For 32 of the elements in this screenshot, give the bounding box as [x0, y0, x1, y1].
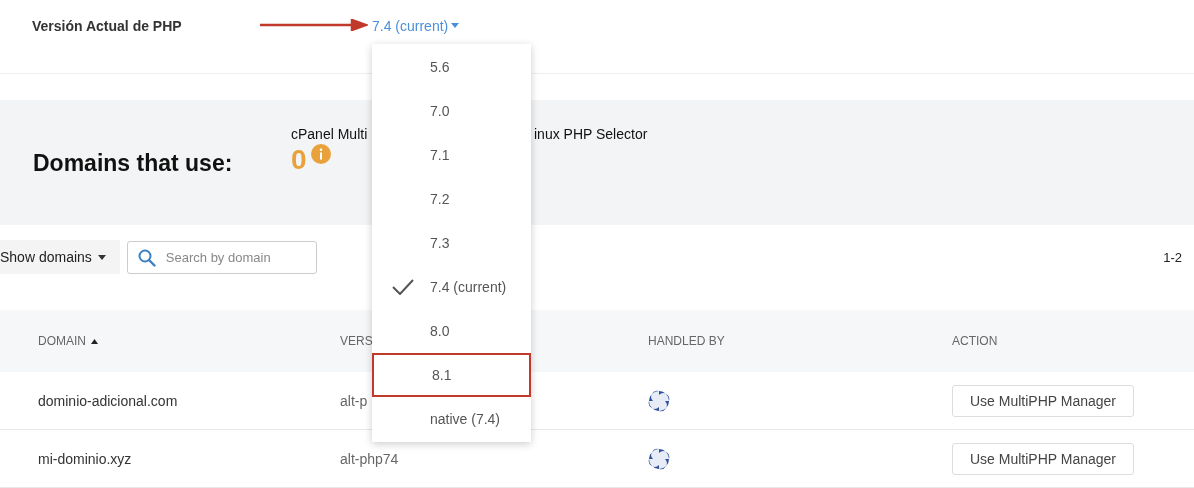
multiphp-manager-button[interactable]: Use MultiPHP Manager: [952, 384, 1135, 417]
section-title: Domains that use:: [33, 150, 234, 177]
caret-icon: [97, 254, 106, 260]
handler-label: cPanel Multi: [291, 125, 368, 142]
pagination-range: 1-2: [1163, 249, 1182, 265]
info-icon[interactable]: [310, 143, 331, 164]
menu-item[interactable]: native (7.4): [372, 397, 531, 441]
menu-item[interactable]: 7.0: [372, 89, 531, 133]
swirl-icon: [648, 389, 670, 412]
show-domains-dropdown[interactable]: Show domains: [0, 240, 120, 274]
domain-count: 0: [291, 143, 307, 176]
multiphp-manager-button[interactable]: Use MultiPHP Manager: [952, 442, 1135, 475]
caret-icon: [451, 23, 460, 28]
menu-item[interactable]: 5.6: [372, 45, 531, 89]
menu-item[interactable]: 8.1: [372, 353, 531, 397]
column-header: ACTION: [952, 334, 998, 348]
table-cell: alt-p: [340, 392, 368, 409]
menu-item[interactable]: 7.3: [372, 221, 531, 265]
menu-item[interactable]: 7.1: [372, 133, 531, 177]
swirl-icon: [648, 447, 670, 470]
column-header[interactable]: DOMAIN: [38, 334, 98, 348]
table-cell: mi-dominio.xyz: [38, 450, 132, 467]
column-header: HANDLED BY: [648, 334, 725, 348]
table-cell: dominio-adicional.com: [38, 392, 178, 409]
menu-item[interactable]: 7.2: [372, 177, 531, 221]
setting-label: Versión Actual de PHP: [32, 17, 183, 34]
search-field[interactable]: Search by domain: [126, 240, 317, 274]
table-cell: alt-php74: [340, 450, 399, 467]
menu-item[interactable]: 7.4 (current): [372, 265, 531, 309]
menu-item[interactable]: 8.0: [372, 309, 531, 353]
column-header: VERS: [340, 334, 373, 348]
handler-label: inux PHP Selector: [534, 125, 648, 142]
